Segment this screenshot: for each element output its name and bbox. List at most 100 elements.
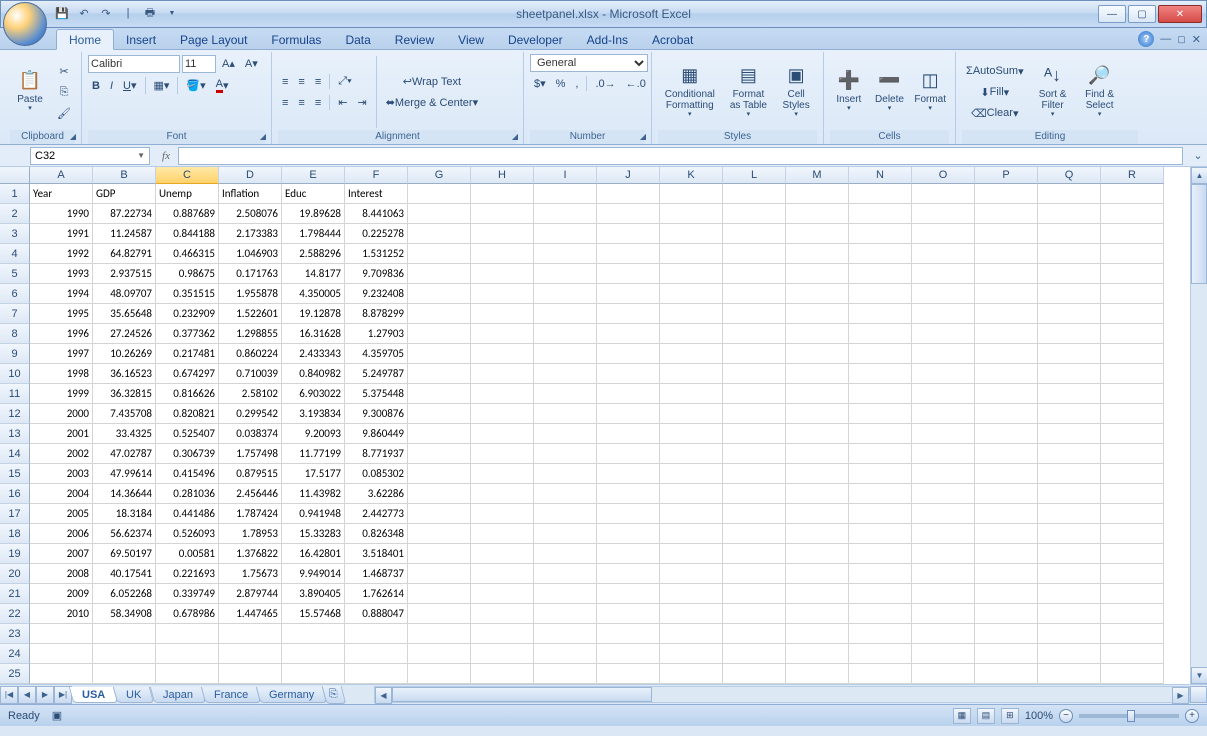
table-cell[interactable] [912, 544, 975, 564]
table-cell[interactable] [849, 564, 912, 584]
table-cell[interactable]: 11.43982 [282, 484, 345, 504]
table-cell[interactable] [786, 524, 849, 544]
table-cell[interactable] [408, 324, 471, 344]
table-cell[interactable] [1038, 324, 1101, 344]
table-cell[interactable] [408, 484, 471, 504]
table-cell[interactable] [1101, 304, 1164, 324]
table-cell[interactable]: 3.62286 [345, 484, 408, 504]
table-cell[interactable]: 6.903022 [282, 384, 345, 404]
sheet-tab[interactable]: Japan [149, 687, 205, 703]
table-cell[interactable]: 2007 [30, 544, 93, 564]
table-cell[interactable]: Educ [282, 184, 345, 204]
table-cell[interactable] [660, 424, 723, 444]
table-cell[interactable] [597, 664, 660, 684]
fill-color-icon[interactable]: 🪣▾ [182, 76, 209, 95]
undo-icon[interactable]: ↶ [75, 4, 93, 22]
table-cell[interactable]: 5.249787 [345, 364, 408, 384]
table-cell[interactable] [597, 384, 660, 404]
table-cell[interactable]: 3.193834 [282, 404, 345, 424]
table-cell[interactable] [723, 664, 786, 684]
scroll-left-icon[interactable]: ◀ [375, 687, 392, 704]
column-header[interactable]: J [597, 167, 660, 184]
table-cell[interactable] [534, 644, 597, 664]
sheet-tab[interactable]: France [200, 687, 261, 703]
table-cell[interactable] [534, 404, 597, 424]
table-cell[interactable] [786, 584, 849, 604]
table-cell[interactable] [471, 344, 534, 364]
column-header[interactable]: K [660, 167, 723, 184]
table-cell[interactable] [849, 484, 912, 504]
font-size-combo[interactable] [182, 55, 216, 73]
table-cell[interactable] [1038, 204, 1101, 224]
table-cell[interactable] [471, 424, 534, 444]
table-cell[interactable] [786, 544, 849, 564]
table-cell[interactable] [975, 544, 1038, 564]
table-cell[interactable]: Interest [345, 184, 408, 204]
table-cell[interactable] [534, 504, 597, 524]
row-header[interactable]: 20 [0, 564, 30, 584]
border-icon[interactable]: ▦▾ [150, 76, 174, 95]
table-cell[interactable] [471, 584, 534, 604]
table-cell[interactable] [975, 264, 1038, 284]
tab-developer[interactable]: Developer [496, 30, 575, 49]
table-cell[interactable] [660, 504, 723, 524]
table-cell[interactable] [975, 404, 1038, 424]
table-cell[interactable]: 2.508076 [219, 204, 282, 224]
table-cell[interactable] [1101, 224, 1164, 244]
expand-formula-bar-icon[interactable]: ⌄ [1189, 147, 1207, 165]
zoom-slider[interactable] [1079, 714, 1179, 718]
table-cell[interactable] [975, 364, 1038, 384]
table-cell[interactable]: 1.447465 [219, 604, 282, 624]
table-cell[interactable] [975, 504, 1038, 524]
table-cell[interactable] [534, 384, 597, 404]
table-cell[interactable]: 0.860224 [219, 344, 282, 364]
row-header[interactable]: 15 [0, 464, 30, 484]
table-cell[interactable] [597, 524, 660, 544]
formula-bar[interactable] [178, 147, 1183, 165]
table-cell[interactable]: 0.820821 [156, 404, 219, 424]
column-header[interactable]: H [471, 167, 534, 184]
table-cell[interactable]: 0.299542 [219, 404, 282, 424]
table-cell[interactable]: 0.816626 [156, 384, 219, 404]
table-cell[interactable]: 0.826348 [345, 524, 408, 544]
table-cell[interactable] [723, 604, 786, 624]
table-cell[interactable] [723, 544, 786, 564]
table-cell[interactable] [1101, 604, 1164, 624]
redo-icon[interactable]: ↷ [97, 4, 115, 22]
table-cell[interactable]: 87.22734 [93, 204, 156, 224]
table-cell[interactable] [471, 224, 534, 244]
table-cell[interactable] [597, 484, 660, 504]
table-cell[interactable]: 40.17541 [93, 564, 156, 584]
table-cell[interactable] [30, 644, 93, 664]
minimize-button[interactable]: — [1098, 5, 1126, 23]
table-cell[interactable] [471, 624, 534, 644]
font-name-combo[interactable] [88, 55, 180, 73]
table-cell[interactable] [1101, 544, 1164, 564]
table-cell[interactable] [471, 184, 534, 204]
table-cell[interactable] [786, 484, 849, 504]
table-cell[interactable] [786, 284, 849, 304]
table-cell[interactable] [471, 524, 534, 544]
table-cell[interactable] [408, 304, 471, 324]
table-cell[interactable] [1101, 284, 1164, 304]
align-center-icon[interactable]: ≡ [294, 94, 308, 112]
column-header[interactable]: I [534, 167, 597, 184]
zoom-out-icon[interactable]: − [1059, 709, 1073, 723]
row-header[interactable]: 5 [0, 264, 30, 284]
table-cell[interactable] [408, 384, 471, 404]
table-cell[interactable] [534, 324, 597, 344]
table-cell[interactable] [912, 524, 975, 544]
font-color-icon[interactable]: A▾ [212, 75, 233, 96]
table-cell[interactable] [660, 544, 723, 564]
workbook-close-icon[interactable]: ✕ [1192, 33, 1201, 46]
table-cell[interactable] [723, 584, 786, 604]
find-select-button[interactable]: 🔎Find & Select▾ [1078, 59, 1122, 125]
table-cell[interactable] [1101, 624, 1164, 644]
table-cell[interactable]: 1.762614 [345, 584, 408, 604]
table-cell[interactable] [786, 444, 849, 464]
table-cell[interactable] [597, 564, 660, 584]
table-cell[interactable] [975, 444, 1038, 464]
table-cell[interactable] [1101, 424, 1164, 444]
table-cell[interactable] [723, 264, 786, 284]
table-cell[interactable] [534, 244, 597, 264]
